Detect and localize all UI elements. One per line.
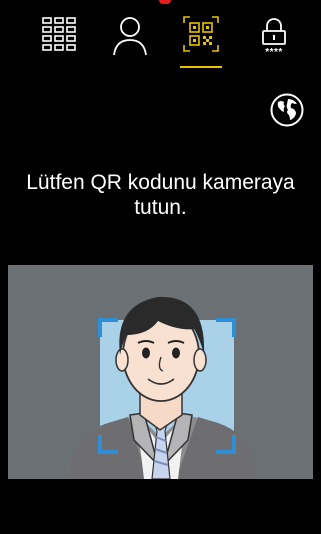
person-image bbox=[68, 296, 258, 479]
top-tab-bar: **** bbox=[0, 0, 321, 80]
indicator-dot bbox=[159, 0, 171, 4]
tab-face[interactable] bbox=[107, 16, 153, 70]
camera-preview bbox=[8, 265, 313, 479]
qr-code-icon bbox=[183, 16, 219, 52]
instruction-text: Lütfen QR kodunu kameraya tutun. bbox=[26, 171, 295, 219]
keypad-icon bbox=[42, 17, 76, 51]
pin-asterisks: **** bbox=[265, 47, 283, 56]
bottom-bar bbox=[0, 479, 321, 534]
user-icon bbox=[113, 17, 147, 56]
tab-pin[interactable]: **** bbox=[251, 16, 297, 70]
tab-qr[interactable] bbox=[178, 16, 224, 70]
tab-keypad[interactable] bbox=[36, 16, 82, 70]
lock-pin-icon: **** bbox=[262, 18, 286, 56]
globe-icon bbox=[270, 93, 304, 127]
language-button[interactable] bbox=[270, 93, 304, 127]
